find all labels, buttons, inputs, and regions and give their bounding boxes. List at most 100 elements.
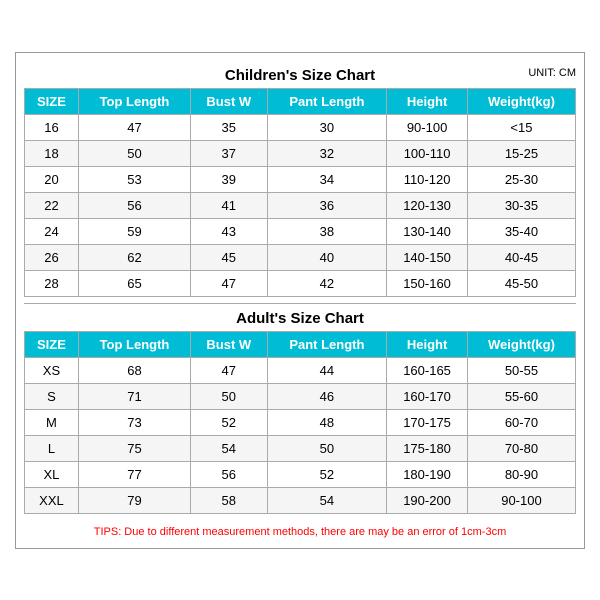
table-cell: 56 [78, 192, 190, 218]
adult-col-header-height: Height [387, 331, 468, 357]
adult-col-header-pant-length: Pant Length [267, 331, 387, 357]
table-cell: 54 [267, 487, 387, 513]
table-row: 24594338130-14035-40 [25, 218, 576, 244]
table-cell: 52 [191, 409, 268, 435]
table-row: S715046160-17055-60 [25, 383, 576, 409]
table-cell: 16 [25, 114, 79, 140]
table-row: 1647353090-100<15 [25, 114, 576, 140]
table-row: XL775652180-19080-90 [25, 461, 576, 487]
table-cell: 130-140 [387, 218, 468, 244]
adult-size-table: SIZE Top Length Bust W Pant Length Heigh… [24, 331, 576, 514]
unit-label: UNIT: CM [528, 67, 576, 79]
table-row: L755450175-18070-80 [25, 435, 576, 461]
table-cell: 45 [191, 244, 268, 270]
table-cell: 71 [78, 383, 190, 409]
table-cell: 47 [191, 270, 268, 296]
table-cell: 52 [267, 461, 387, 487]
table-cell: 79 [78, 487, 190, 513]
table-cell: 50 [267, 435, 387, 461]
adult-title-text: Adult's Size Chart [236, 310, 364, 327]
table-cell: 42 [267, 270, 387, 296]
table-cell: 50-55 [467, 357, 575, 383]
table-cell: M [25, 409, 79, 435]
table-cell: 34 [267, 166, 387, 192]
table-cell: 59 [78, 218, 190, 244]
table-cell: 46 [267, 383, 387, 409]
table-cell: 160-165 [387, 357, 468, 383]
table-cell: 60-70 [467, 409, 575, 435]
table-cell: 120-130 [387, 192, 468, 218]
table-cell: 50 [191, 383, 268, 409]
table-cell: 53 [78, 166, 190, 192]
table-cell: 54 [191, 435, 268, 461]
children-header-row: SIZE Top Length Bust W Pant Length Heigh… [25, 88, 576, 114]
table-cell: 70-80 [467, 435, 575, 461]
tips-text: TIPS: Due to different measurement metho… [24, 520, 576, 540]
table-row: M735248170-17560-70 [25, 409, 576, 435]
table-cell: 160-170 [387, 383, 468, 409]
table-cell: 37 [191, 140, 268, 166]
table-cell: 22 [25, 192, 79, 218]
table-cell: 36 [267, 192, 387, 218]
table-cell: 35-40 [467, 218, 575, 244]
table-cell: 150-160 [387, 270, 468, 296]
table-row: XXL795854190-20090-100 [25, 487, 576, 513]
table-cell: 73 [78, 409, 190, 435]
table-cell: XL [25, 461, 79, 487]
adult-col-header-weight: Weight(kg) [467, 331, 575, 357]
col-header-height: Height [387, 88, 468, 114]
table-cell: 40 [267, 244, 387, 270]
table-cell: 62 [78, 244, 190, 270]
children-section-title: Children's Size Chart UNIT: CM [24, 61, 576, 88]
table-cell: 80-90 [467, 461, 575, 487]
table-cell: 48 [267, 409, 387, 435]
adult-section-title: Adult's Size Chart [24, 303, 576, 331]
table-cell: 26 [25, 244, 79, 270]
table-cell: 20 [25, 166, 79, 192]
table-cell: 45-50 [467, 270, 575, 296]
size-chart-container: Children's Size Chart UNIT: CM SIZE Top … [15, 52, 585, 549]
table-cell: 41 [191, 192, 268, 218]
table-cell: 40-45 [467, 244, 575, 270]
table-cell: S [25, 383, 79, 409]
table-cell: 140-150 [387, 244, 468, 270]
col-header-top-length: Top Length [78, 88, 190, 114]
table-cell: 28 [25, 270, 79, 296]
table-cell: 47 [191, 357, 268, 383]
adult-col-header-bust-w: Bust W [191, 331, 268, 357]
table-cell: 180-190 [387, 461, 468, 487]
table-row: 26624540140-15040-45 [25, 244, 576, 270]
col-header-bust-w: Bust W [191, 88, 268, 114]
table-cell: 30-35 [467, 192, 575, 218]
table-cell: 32 [267, 140, 387, 166]
table-cell: 30 [267, 114, 387, 140]
table-cell: 190-200 [387, 487, 468, 513]
table-cell: 55-60 [467, 383, 575, 409]
table-row: 22564136120-13030-35 [25, 192, 576, 218]
adult-col-header-size: SIZE [25, 331, 79, 357]
col-header-weight: Weight(kg) [467, 88, 575, 114]
table-cell: 18 [25, 140, 79, 166]
table-cell: 47 [78, 114, 190, 140]
table-cell: XS [25, 357, 79, 383]
table-cell: 68 [78, 357, 190, 383]
table-row: 18503732100-11015-25 [25, 140, 576, 166]
adult-table-body: XS684744160-16550-55S715046160-17055-60M… [25, 357, 576, 513]
table-cell: 90-100 [467, 487, 575, 513]
table-cell: 44 [267, 357, 387, 383]
table-cell: 75 [78, 435, 190, 461]
table-cell: 15-25 [467, 140, 575, 166]
table-cell: 58 [191, 487, 268, 513]
table-cell: 38 [267, 218, 387, 244]
table-cell: 110-120 [387, 166, 468, 192]
table-cell: 50 [78, 140, 190, 166]
table-cell: 170-175 [387, 409, 468, 435]
children-title-text: Children's Size Chart [225, 67, 375, 84]
children-table-body: 1647353090-100<1518503732100-11015-25205… [25, 114, 576, 296]
table-cell: 39 [191, 166, 268, 192]
table-cell: 77 [78, 461, 190, 487]
table-cell: 90-100 [387, 114, 468, 140]
table-row: XS684744160-16550-55 [25, 357, 576, 383]
col-header-size: SIZE [25, 88, 79, 114]
table-cell: 65 [78, 270, 190, 296]
